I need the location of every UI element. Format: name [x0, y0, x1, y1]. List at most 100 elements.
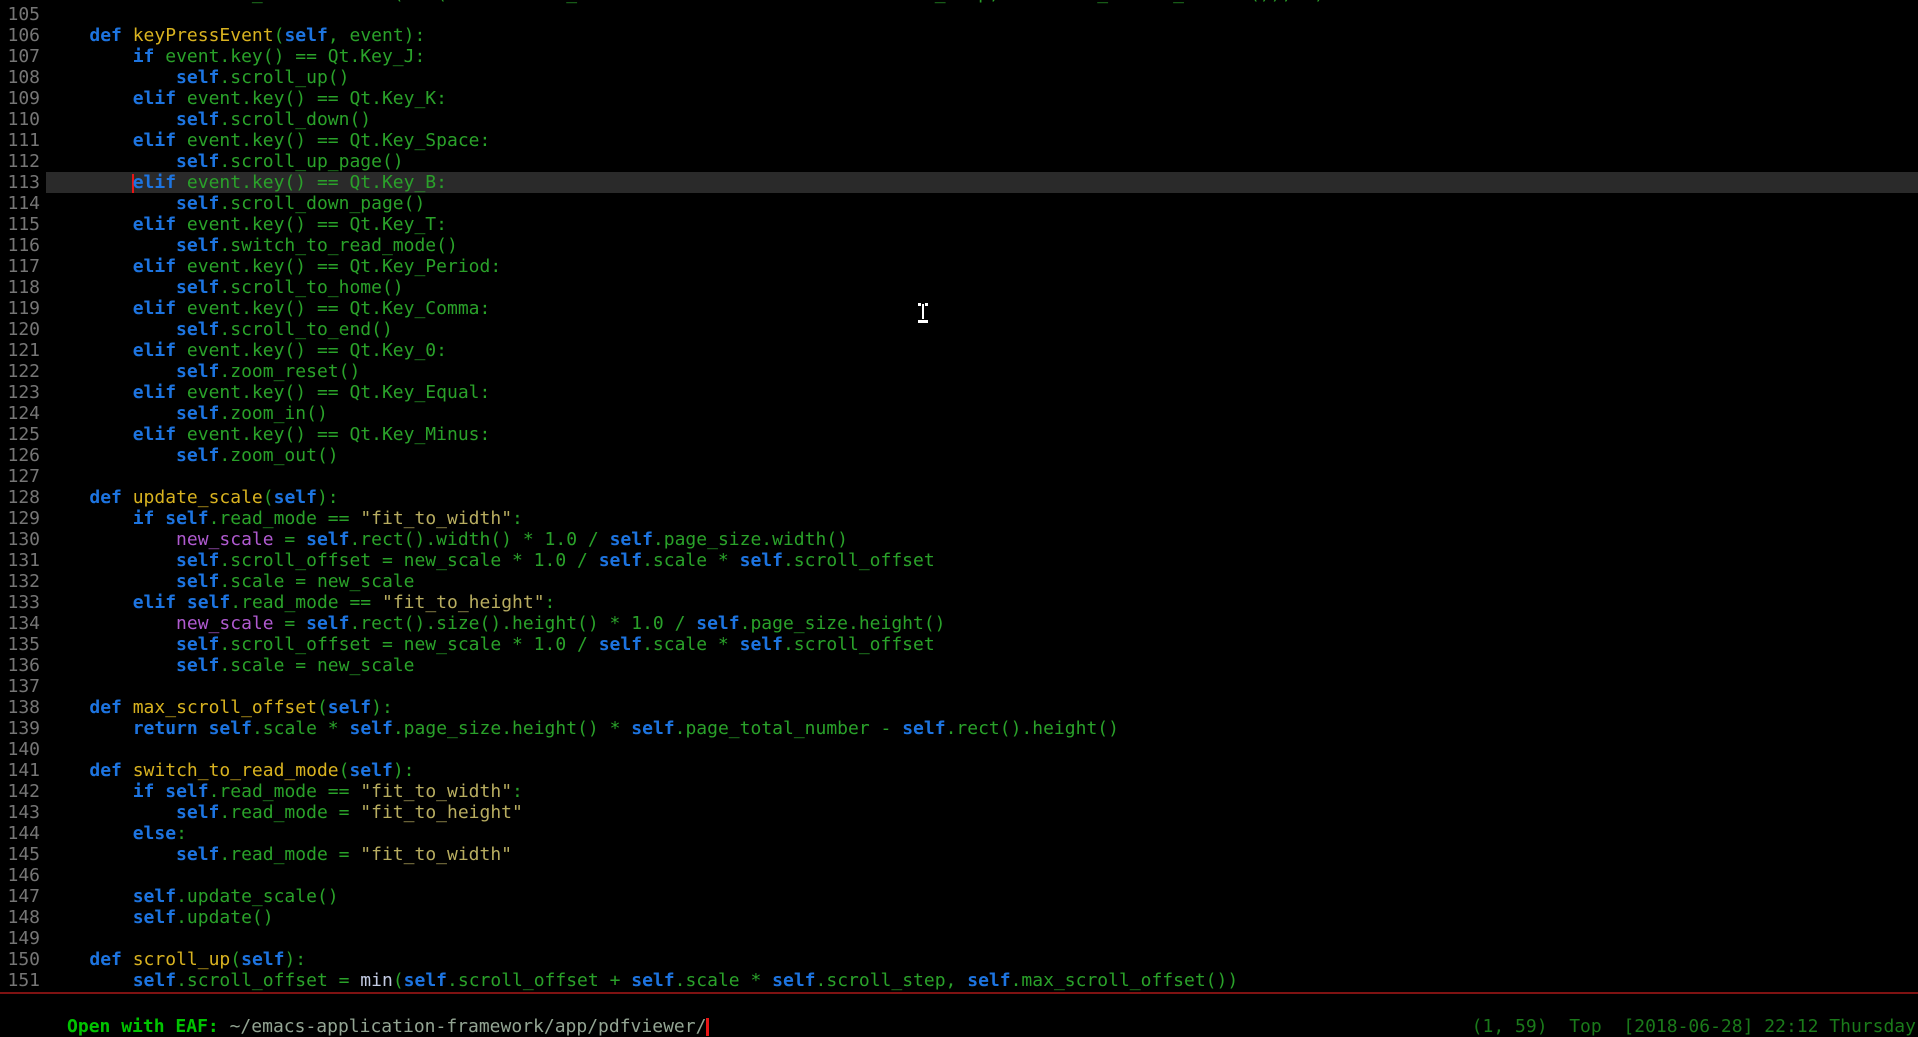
code-text: elif event.key() == Qt.Key_B:: [46, 172, 1918, 193]
code-line-108[interactable]: 108 self.scroll_up(): [0, 67, 1918, 88]
code-text: [46, 4, 1918, 25]
line-number: 132: [0, 571, 46, 592]
line-number: 144: [0, 823, 46, 844]
code-line-106[interactable]: 106 def keyPressEvent(self, event):: [0, 25, 1918, 46]
line-number: 126: [0, 445, 46, 466]
code-text: self.scroll_down(): [46, 109, 1918, 130]
code-text: [46, 676, 1918, 697]
code-line-123[interactable]: 123 elif event.key() == Qt.Key_Equal:: [0, 382, 1918, 403]
code-text: self.zoom_out(): [46, 445, 1918, 466]
code-text: def scroll_up(self):: [46, 949, 1918, 970]
code-line-112[interactable]: 112 self.scroll_up_page(): [0, 151, 1918, 172]
line-number: 136: [0, 655, 46, 676]
code-line-128[interactable]: 128 def update_scale(self):: [0, 487, 1918, 508]
line-number: 133: [0, 592, 46, 613]
code-line-127[interactable]: 127: [0, 466, 1918, 487]
code-line-140[interactable]: 140: [0, 739, 1918, 760]
code-text: def max_scroll_offset(self):: [46, 697, 1918, 718]
line-number: 137: [0, 676, 46, 697]
code-line-120[interactable]: 120 self.scroll_to_end(): [0, 319, 1918, 340]
code-line-109[interactable]: 109 elif event.key() == Qt.Key_K:: [0, 88, 1918, 109]
code-line-113[interactable]: 113 elif event.key() == Qt.Key_B:: [0, 172, 1918, 193]
code-line-130[interactable]: 130 new_scale = self.rect().width() * 1.…: [0, 529, 1918, 550]
code-line-147[interactable]: 147 self.update_scale(): [0, 886, 1918, 907]
code-line-110[interactable]: 110 self.scroll_down(): [0, 109, 1918, 130]
line-number: 115: [0, 214, 46, 235]
code-line-117[interactable]: 117 elif event.key() == Qt.Key_Period:: [0, 256, 1918, 277]
code-line-141[interactable]: 141 def switch_to_read_mode(self):: [0, 760, 1918, 781]
code-text: elif event.key() == Qt.Key_Equal:: [46, 382, 1918, 403]
code-line-145[interactable]: 145 self.read_mode = "fit_to_width": [0, 844, 1918, 865]
code-text: def keyPressEvent(self, event):: [46, 25, 1918, 46]
code-line-116[interactable]: 116 self.switch_to_read_mode(): [0, 235, 1918, 256]
code-line-132[interactable]: 132 self.scale = new_scale: [0, 571, 1918, 592]
line-number: 118: [0, 277, 46, 298]
mouse-ibeam-cursor: [917, 303, 929, 323]
code-line-122[interactable]: 122 self.zoom_reset(): [0, 361, 1918, 382]
code-area[interactable]: 104 self.scroll_offset = max(min(self.sc…: [0, 0, 1918, 991]
code-text: def update_scale(self):: [46, 487, 1918, 508]
line-number: 120: [0, 319, 46, 340]
code-text: self.update(): [46, 907, 1918, 928]
code-line-150[interactable]: 150 def scroll_up(self):: [0, 949, 1918, 970]
code-line-125[interactable]: 125 elif event.key() == Qt.Key_Minus:: [0, 424, 1918, 445]
code-text: if self.read_mode == "fit_to_width":: [46, 781, 1918, 802]
code-text: return self.scale * self.page_size.heigh…: [46, 718, 1918, 739]
line-number: 119: [0, 298, 46, 319]
code-line-148[interactable]: 148 self.update(): [0, 907, 1918, 928]
code-line-137[interactable]: 137: [0, 676, 1918, 697]
minibuffer-input-value[interactable]: ~/emacs-application-framework/app/pdfvie…: [230, 1016, 707, 1037]
minibuffer[interactable]: Open with EAF: ~/emacs-application-frame…: [0, 994, 1918, 1037]
code-text: self.scroll_offset = new_scale * 1.0 / s…: [46, 634, 1918, 655]
code-line-121[interactable]: 121 elif event.key() == Qt.Key_0:: [0, 340, 1918, 361]
code-text: elif event.key() == Qt.Key_T:: [46, 214, 1918, 235]
code-text: self.scroll_offset = new_scale * 1.0 / s…: [46, 550, 1918, 571]
code-line-149[interactable]: 149: [0, 928, 1918, 949]
line-number: 150: [0, 949, 46, 970]
code-text: [46, 865, 1918, 886]
line-number: 139: [0, 718, 46, 739]
line-number: 128: [0, 487, 46, 508]
code-line-135[interactable]: 135 self.scroll_offset = new_scale * 1.0…: [0, 634, 1918, 655]
code-line-131[interactable]: 131 self.scroll_offset = new_scale * 1.0…: [0, 550, 1918, 571]
code-text: if self.read_mode == "fit_to_width":: [46, 508, 1918, 529]
code-line-124[interactable]: 124 self.zoom_in(): [0, 403, 1918, 424]
minibuffer-cursor: [706, 1018, 709, 1036]
minibuffer-line[interactable]: Open with EAF: ~/emacs-application-frame…: [0, 994, 1918, 1016]
line-number: 106: [0, 25, 46, 46]
line-number: 112: [0, 151, 46, 172]
line-number: 127: [0, 466, 46, 487]
line-number: 131: [0, 550, 46, 571]
code-line-143[interactable]: 143 self.read_mode = "fit_to_height": [0, 802, 1918, 823]
code-line-151[interactable]: 151 self.scroll_offset = min(self.scroll…: [0, 970, 1918, 991]
line-number: 148: [0, 907, 46, 928]
code-line-136[interactable]: 136 self.scale = new_scale: [0, 655, 1918, 676]
code-text: self.scroll_up(): [46, 67, 1918, 88]
code-line-111[interactable]: 111 elif event.key() == Qt.Key_Space:: [0, 130, 1918, 151]
code-line-142[interactable]: 142 if self.read_mode == "fit_to_width":: [0, 781, 1918, 802]
code-line-134[interactable]: 134 new_scale = self.rect().size().heigh…: [0, 613, 1918, 634]
code-text: def switch_to_read_mode(self):: [46, 760, 1918, 781]
code-text: elif event.key() == Qt.Key_Comma:: [46, 298, 1918, 319]
line-number: 129: [0, 508, 46, 529]
code-line-107[interactable]: 107 if event.key() == Qt.Key_J:: [0, 46, 1918, 67]
line-number: 149: [0, 928, 46, 949]
code-line-144[interactable]: 144 else:: [0, 823, 1918, 844]
code-line-126[interactable]: 126 self.zoom_out(): [0, 445, 1918, 466]
code-line-114[interactable]: 114 self.scroll_down_page(): [0, 193, 1918, 214]
minibuffer-prompt: Open with EAF:: [67, 1016, 230, 1037]
code-line-138[interactable]: 138 def max_scroll_offset(self):: [0, 697, 1918, 718]
code-line-129[interactable]: 129 if self.read_mode == "fit_to_width":: [0, 508, 1918, 529]
code-line-139[interactable]: 139 return self.scale * self.page_size.h…: [0, 718, 1918, 739]
code-text: self.update_scale(): [46, 886, 1918, 907]
code-text: self.scroll_to_end(): [46, 319, 1918, 340]
emacs-frame: 104 self.scroll_offset = max(min(self.sc…: [0, 0, 1918, 1037]
code-line-133[interactable]: 133 elif self.read_mode == "fit_to_heigh…: [0, 592, 1918, 613]
code-text: elif event.key() == Qt.Key_K:: [46, 88, 1918, 109]
code-line-105[interactable]: 105: [0, 4, 1918, 25]
code-line-119[interactable]: 119 elif event.key() == Qt.Key_Comma:: [0, 298, 1918, 319]
code-line-115[interactable]: 115 elif event.key() == Qt.Key_T:: [0, 214, 1918, 235]
code-line-146[interactable]: 146: [0, 865, 1918, 886]
code-line-118[interactable]: 118 self.scroll_to_home(): [0, 277, 1918, 298]
code-text: self.zoom_in(): [46, 403, 1918, 424]
